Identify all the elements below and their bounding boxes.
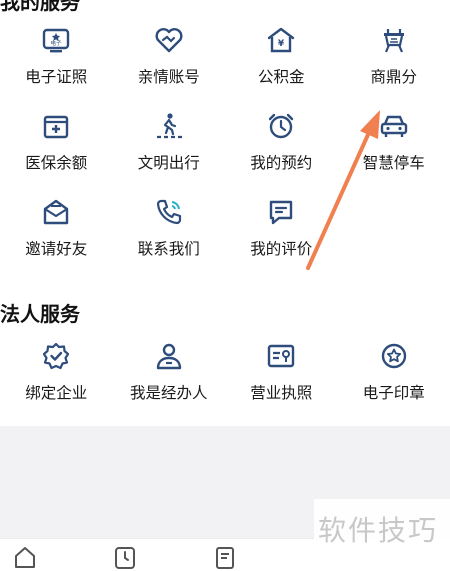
service-label: 电子印章 — [363, 381, 425, 403]
service-label: 智慧停车 — [363, 151, 425, 173]
service-label: 我是经办人 — [130, 381, 208, 403]
service-label: 亲情账号 — [138, 65, 200, 87]
service-i-am-agent[interactable]: 我是经办人 — [113, 340, 226, 428]
service-family-account[interactable]: 亲情账号 — [113, 24, 226, 110]
tab-documents[interactable] — [212, 545, 238, 571]
service-e-license[interactable]: 电子 电子证照 — [0, 24, 113, 110]
e-license-icon: 电子 — [40, 24, 72, 56]
service-row: 医保余额 文明出行 我的预约 智慧停车 — [0, 110, 450, 196]
service-smart-parking[interactable]: 智慧停车 — [338, 110, 450, 196]
service-invite-friends[interactable]: 邀请好友 — [0, 196, 113, 282]
car-icon — [378, 110, 410, 142]
service-row: 邀请好友 联系我们 我的评价 — [0, 196, 450, 282]
service-row: 电子 电子证照 亲情账号 ¥ 公积金 商鼎分 — [0, 24, 450, 110]
document-icon — [213, 545, 237, 569]
service-label: 营业执照 — [250, 381, 312, 403]
section-title-legal: 法人服务 — [0, 298, 80, 327]
service-business-license[interactable]: 营业执照 — [225, 340, 338, 428]
heart-handshake-icon — [153, 24, 185, 56]
home-icon — [13, 545, 37, 569]
section-title-personal: 我的服务 — [0, 0, 80, 15]
service-label: 邀请好友 — [25, 237, 87, 259]
e-license-badge-text: 电子 — [51, 39, 63, 47]
service-e-seal[interactable]: 电子印章 — [338, 340, 450, 428]
service-label: 公积金 — [258, 65, 305, 87]
clock-icon — [113, 545, 137, 569]
service-label: 商鼎分 — [370, 65, 417, 87]
comment-icon — [265, 196, 297, 228]
service-label: 我的评价 — [250, 237, 312, 259]
watermark-text: 软件技巧 — [318, 509, 438, 549]
service-label: 我的预约 — [250, 151, 312, 173]
service-label: 电子证照 — [25, 65, 87, 87]
service-label: 联系我们 — [138, 237, 200, 259]
service-my-reviews[interactable]: 我的评价 — [225, 196, 338, 282]
service-label: 绑定企业 — [25, 381, 87, 403]
tripod-icon — [378, 24, 410, 56]
service-civilized-travel[interactable]: 文明出行 — [113, 110, 226, 196]
person-icon — [153, 340, 185, 372]
housing-fund-icon: ¥ — [265, 24, 297, 56]
medical-insurance-icon — [40, 110, 72, 142]
business-license-icon — [265, 340, 297, 372]
housing-fund-badge-text: ¥ — [278, 39, 285, 49]
service-row: 绑定企业 我是经办人 营业执照 电子印章 — [0, 340, 450, 428]
alarm-clock-icon — [265, 110, 297, 142]
service-contact-us[interactable]: 联系我们 — [113, 196, 226, 282]
service-empty-slot — [338, 196, 450, 282]
service-medical-insurance[interactable]: 医保余额 — [0, 110, 113, 196]
invite-mail-icon — [40, 196, 72, 228]
e-seal-icon — [378, 340, 410, 372]
legal-services-grid: 绑定企业 我是经办人 营业执照 电子印章 — [0, 340, 450, 428]
pedestrian-crossing-icon — [153, 110, 185, 142]
service-label: 文明出行 — [138, 151, 200, 173]
service-shangding-score[interactable]: 商鼎分 — [338, 24, 450, 110]
service-my-appointments[interactable]: 我的预约 — [225, 110, 338, 196]
tab-home[interactable] — [12, 545, 38, 571]
service-housing-fund[interactable]: ¥ 公积金 — [225, 24, 338, 110]
personal-services-grid: 电子 电子证照 亲情账号 ¥ 公积金 商鼎分 医保余 — [0, 24, 450, 282]
tab-history[interactable] — [112, 545, 138, 571]
service-label: 医保余额 — [25, 151, 87, 173]
badge-check-icon — [40, 340, 72, 372]
service-bind-enterprise[interactable]: 绑定企业 — [0, 340, 113, 428]
phone-call-icon — [153, 196, 185, 228]
